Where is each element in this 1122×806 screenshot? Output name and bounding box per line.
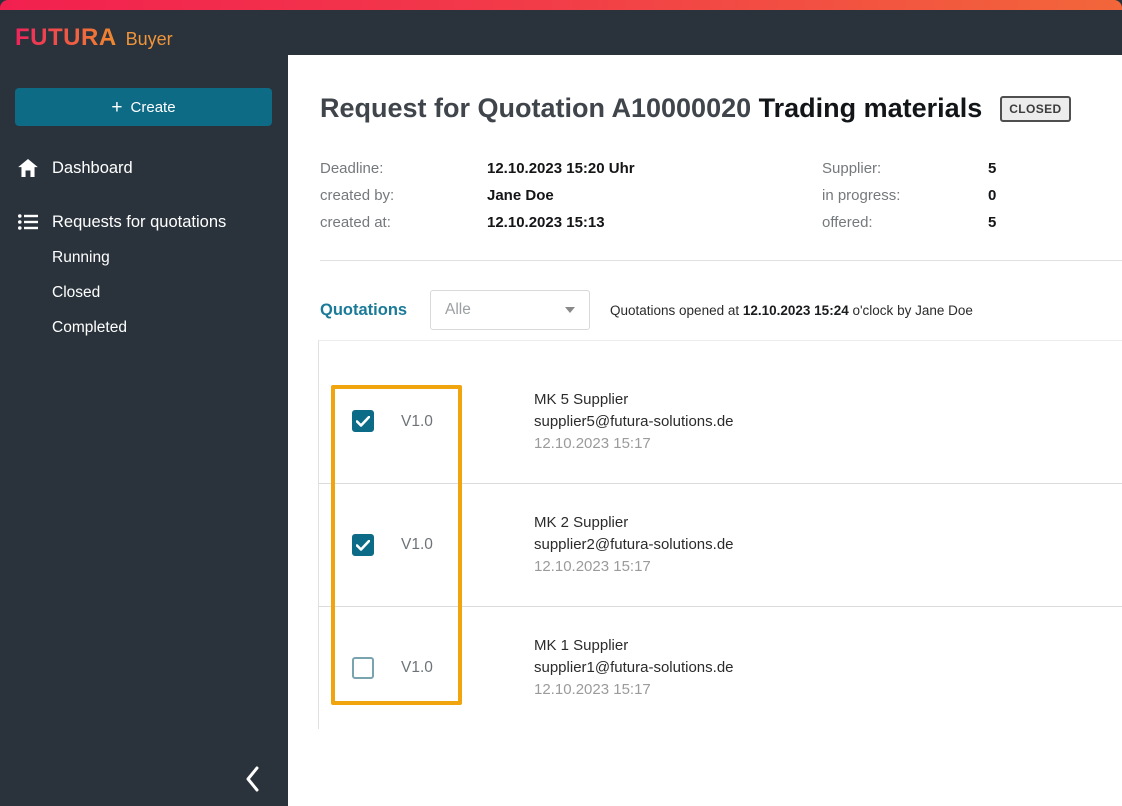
quotations-bar: Quotations Alle Quotations opened at 12.… [320,290,1122,330]
sidebar-nav: Dashboard Requests for quotations Runnin… [0,156,288,340]
detail-value: 0 [988,187,997,204]
sidebar-subitem-label: Completed [52,319,127,336]
supplier-info: MK 1 Supplier supplier1@futura-solutions… [534,607,734,729]
quotation-checkbox[interactable] [352,410,374,432]
quotation-row: V1.0 MK 1 Supplier supplier1@futura-solu… [319,606,1122,729]
opened-datetime: 12.10.2023 15:24 [742,302,849,318]
quotation-version[interactable]: V1.0 [401,607,433,729]
sidebar-item-running[interactable]: Running [0,246,288,270]
quotation-row: V1.0 MK 5 Supplier supplier5@futura-solu… [319,360,1122,483]
supplier-email: supplier5@futura-solutions.de [534,412,734,430]
detail-label: created by: [320,187,395,204]
detail-value: 5 [988,160,997,177]
chevron-down-icon [565,307,575,313]
detail-value: Jane Doe [487,187,554,204]
sidebar: FUTURA Buyer + Create Dashboard Requests… [0,10,288,806]
create-button-label: Create [130,98,176,116]
sidebar-item-closed[interactable]: Closed [0,281,288,305]
quotations-section-label: Quotations [320,300,408,319]
supplier-email: supplier1@futura-solutions.de [534,659,734,676]
brand-logo: FUTURA Buyer [0,22,288,54]
supplier-name: MK 2 Supplier [534,514,629,531]
detail-label: Supplier: [822,160,882,177]
list-icon [18,214,38,230]
page-title-row: Request for Quotation A10000020 Trading … [320,93,1102,124]
quotation-row: V1.0 MK 2 Supplier supplier2@futura-solu… [319,483,1122,606]
sidebar-item-requests-for-quotations[interactable]: Requests for quotations [0,210,288,234]
status-badge: CLOSED [1000,95,1071,122]
supplier-email: supplier2@futura-solutions.de [534,536,734,553]
create-button[interactable]: + Create [15,88,272,126]
sidebar-item-dashboard[interactable]: Dashboard [0,156,288,180]
sidebar-item-completed[interactable]: Completed [0,316,288,340]
detail-row-created-by: created by: Jane Doe [320,182,822,209]
supplier-info: MK 2 Supplier supplier2@futura-solutions… [534,484,734,606]
rfq-details: Deadline: 12.10.2023 15:20 Uhr created b… [320,155,1122,236]
supplier-name: MK 5 Supplier [534,390,629,408]
sidebar-collapse-button[interactable] [238,762,266,796]
quotations-opened-info: Quotations opened at 12.10.2023 15:24 o'… [610,302,973,318]
supplier-info: MK 5 Supplier supplier5@futura-solutions… [534,360,734,483]
sidebar-item-label: Requests for quotations [52,212,227,231]
detail-label: created at: [320,214,391,231]
quotation-checkbox[interactable] [352,534,374,556]
quotations-list: V1.0 MK 5 Supplier supplier5@futura-solu… [318,340,1122,729]
sidebar-subitem-label: Running [52,249,110,266]
top-gradient-bar [0,0,1122,10]
details-left-column: Deadline: 12.10.2023 15:20 Uhr created b… [320,155,822,236]
section-divider [320,260,1122,261]
detail-row-supplier-count: Supplier: 5 [822,155,1122,182]
check-icon [356,415,370,427]
quotations-filter-dropdown[interactable]: Alle [430,290,590,330]
sidebar-subitem-label: Closed [52,284,101,301]
quotation-version[interactable]: V1.0 [401,360,433,483]
detail-label: Deadline: [320,160,384,177]
detail-label: in progress: [822,187,901,204]
check-icon [356,539,370,551]
supplier-name: MK 1 Supplier [534,637,629,654]
detail-value: 5 [988,214,997,231]
detail-value: 12.10.2023 15:13 [487,214,605,231]
detail-row-offered: offered: 5 [822,209,1122,236]
supplier-date: 12.10.2023 15:17 [534,558,651,575]
detail-label: offered: [822,214,873,231]
quotation-checkbox[interactable] [352,657,374,679]
sidebar-item-label: Dashboard [52,158,133,177]
supplier-date: 12.10.2023 15:17 [534,681,651,698]
filter-selected-value: Alle [445,301,471,318]
detail-value: 12.10.2023 15:20 Uhr [487,160,635,177]
plus-icon: + [111,96,123,118]
main-content: Request for Quotation A10000020 Trading … [288,55,1122,806]
page-title-prefix: Request for Quotation A10000020 [320,93,759,123]
details-right-column: Supplier: 5 in progress: 0 offered: 5 [822,155,1122,236]
detail-row-deadline: Deadline: 12.10.2023 15:20 Uhr [320,155,822,182]
home-icon [18,159,38,177]
brand-name: FUTURA [15,24,117,51]
detail-row-created-at: created at: 12.10.2023 15:13 [320,209,822,236]
brand-product: Buyer [125,29,173,49]
detail-row-in-progress: in progress: 0 [822,182,1122,209]
page-title-name: Trading materials [758,93,983,123]
quotation-version[interactable]: V1.0 [401,484,433,606]
supplier-date: 12.10.2023 15:17 [534,434,651,452]
chevron-left-icon [246,766,259,792]
